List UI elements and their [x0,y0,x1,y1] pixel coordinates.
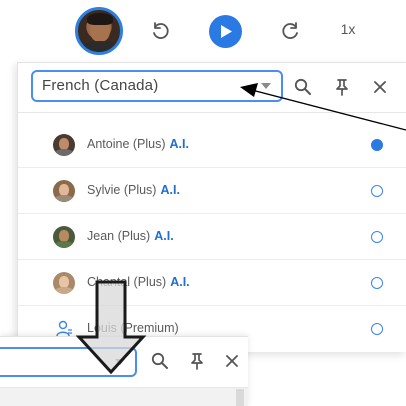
voice-avatar-button[interactable] [75,7,123,55]
speed-button[interactable]: 1x [335,21,361,37]
voice-label: Louis (Premium) [87,321,179,335]
avatar-shirt [80,41,120,52]
voice-label: Jean (Plus) A.I. [87,229,174,243]
close-icon[interactable] [370,77,390,97]
search-icon[interactable] [150,351,170,371]
voice-radio[interactable] [371,231,383,243]
rewind-icon [153,22,169,39]
forward-icon [282,22,298,39]
chevron-down-icon [261,83,271,89]
play-button[interactable] [209,15,242,48]
voice-avatar [53,226,75,248]
voice-item-jean[interactable]: Jean (Plus) A.I. [18,214,406,260]
voice-avatar [53,134,75,156]
language-select[interactable]: French (Canada) [31,70,283,102]
language-select-value: French (Canada) [42,77,159,94]
play-icon [221,25,232,38]
voice-avatar [53,180,75,202]
pin-icon[interactable] [187,351,207,371]
chevron-down-icon [115,359,125,365]
voice-item-sylvie[interactable]: Sylvie (Plus) A.I. [18,168,406,214]
avatar-hair [87,13,113,25]
scrollbar[interactable] [236,389,244,406]
voice-radio[interactable] [371,277,383,289]
voice-radio[interactable] [371,185,383,197]
voice-item-antoine[interactable]: Antoine (Plus) A.I. [18,122,406,168]
rewind-button[interactable] [143,14,177,48]
voice-item-chantal[interactable]: Chantal (Plus) A.I. [18,260,406,306]
panel-scroll-area [0,387,248,406]
search-icon[interactable] [293,77,313,97]
voice-label: Chantal (Plus) A.I. [87,275,190,289]
player-toolbar: 1x [0,0,406,62]
voice-panel-header: French (Canada) [18,63,406,113]
close-icon[interactable] [222,351,242,371]
forward-button[interactable] [274,14,308,48]
voice-label: Sylvie (Plus) A.I. [87,183,180,197]
voice-radio-selected[interactable] [371,139,383,151]
voice-radio[interactable] [371,323,383,335]
pin-icon[interactable] [332,77,352,97]
voice-panel-secondary [0,336,248,406]
language-select-secondary[interactable] [0,347,137,377]
voice-label: Antoine (Plus) A.I. [87,137,189,151]
voice-panel: French (Canada) Antoine (Plus) A.I. Sylvi… [17,62,406,352]
voice-avatar [53,272,75,294]
